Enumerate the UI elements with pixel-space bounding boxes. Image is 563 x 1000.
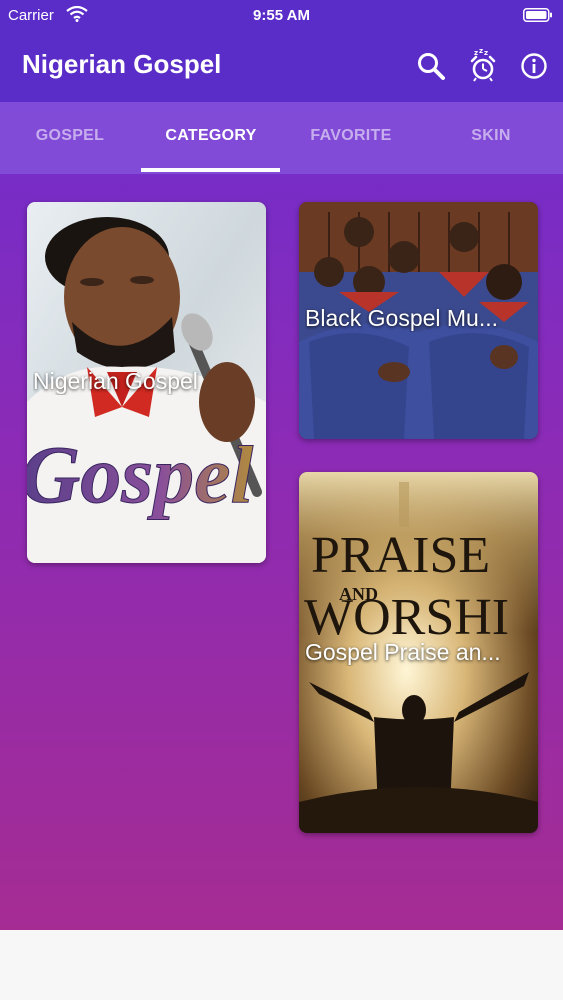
- tab-skin[interactable]: SKIN: [421, 102, 561, 174]
- tab-category[interactable]: CATEGORY: [141, 102, 281, 174]
- tab-favorite[interactable]: FAVORITE: [281, 102, 421, 174]
- search-icon[interactable]: [416, 51, 446, 81]
- active-tab-indicator: [141, 168, 280, 172]
- category-label: Black Gospel Mu...: [305, 305, 499, 331]
- app-title: Nigerian Gospel: [22, 49, 222, 79]
- category-card-gospel-praise-and-worship[interactable]: PRAISE AND WORSHI Gospel Praise an...: [299, 472, 538, 833]
- bottom-panel: [0, 930, 563, 1000]
- praise-artwork-text: PRAISE: [311, 527, 490, 584]
- sleep-timer-alarm-icon[interactable]: z z z: [468, 48, 498, 82]
- svg-text:z: z: [484, 49, 488, 57]
- category-card-nigerian-gospel[interactable]: Gospel Nigerian Gospel: [27, 202, 266, 563]
- info-icon[interactable]: [520, 52, 548, 80]
- battery-icon: [523, 8, 552, 22]
- tab-gospel[interactable]: GOSPEL: [0, 102, 140, 174]
- svg-text:z: z: [479, 48, 483, 55]
- worship-artwork-text: WORSHI: [304, 589, 509, 646]
- app-bar: Nigerian Gospel z z z: [0, 32, 563, 102]
- category-label: Gospel Praise an...: [305, 639, 501, 665]
- category-card-black-gospel-music[interactable]: Black Gospel Mu...: [299, 202, 538, 439]
- tab-bar: GOSPEL CATEGORY FAVORITE SKIN: [0, 102, 563, 174]
- status-time: 9:55 AM: [253, 7, 310, 24]
- gospel-artwork-text: Gospel: [27, 429, 254, 520]
- app-screen: Carrier 9:55 AM Nigerian Gospel z z z GO…: [0, 0, 563, 930]
- status-bar: Carrier 9:55 AM: [0, 0, 563, 32]
- category-label: Nigerian Gospel: [33, 368, 198, 394]
